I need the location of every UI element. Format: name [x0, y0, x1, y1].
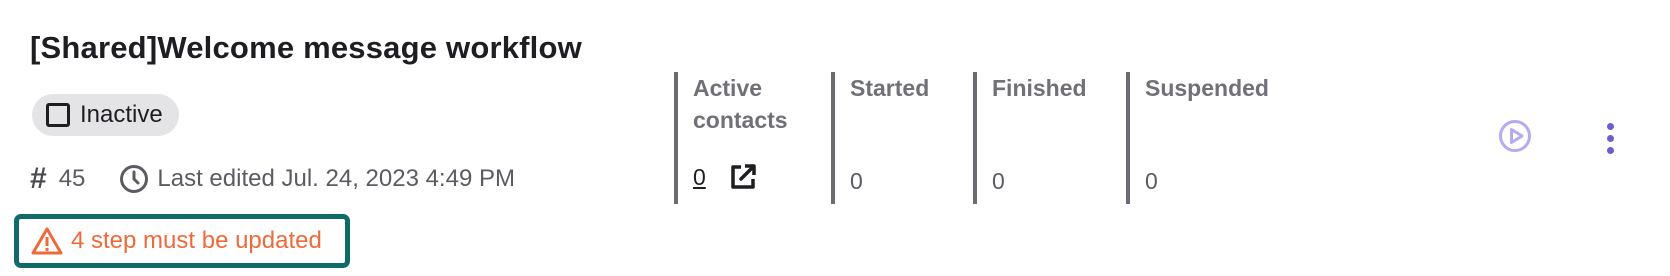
workflow-title[interactable]: [Shared]Welcome message workflow — [30, 30, 582, 66]
active-contacts-link[interactable]: 0 — [693, 164, 706, 191]
stat-value: 0 — [693, 162, 758, 192]
stat-label: Finished — [992, 75, 1087, 101]
warning-message[interactable]: 4 step must be updated — [14, 214, 350, 268]
last-edited: Last edited Jul. 24, 2023 4:49 PM — [157, 165, 515, 192]
stat-value: 0 — [1145, 168, 1158, 194]
status-badge: Inactive — [32, 94, 179, 136]
stat-finished: Finished 0 — [973, 72, 1123, 204]
more-vertical-icon-dot — [1606, 146, 1614, 154]
workflow-id: 45 — [58, 165, 86, 192]
warning-triangle-icon — [31, 227, 63, 255]
stat-value: 0 — [850, 168, 863, 194]
external-link-icon[interactable] — [728, 162, 758, 192]
more-vertical-icon-dot — [1606, 122, 1614, 130]
stat-active-contacts: Active contacts 0 — [674, 72, 834, 204]
more-vertical-icon-dot — [1606, 134, 1614, 142]
hash-icon: # — [30, 162, 47, 195]
stat-label: Suspended — [1145, 75, 1269, 101]
stat-suspended: Suspended 0 — [1126, 72, 1326, 204]
warning-text: 4 step must be updated — [71, 227, 322, 254]
activate-workflow-button[interactable] — [1498, 119, 1532, 153]
play-circle-icon — [1499, 120, 1531, 152]
stat-value: 0 — [992, 168, 1005, 194]
square-icon — [46, 103, 70, 127]
clock-icon — [119, 164, 149, 194]
more-options-button[interactable] — [1598, 118, 1622, 158]
stat-label: Active contacts — [693, 75, 788, 133]
stat-started: Started 0 — [831, 72, 971, 204]
stat-label: Started — [850, 75, 930, 101]
status-label: Inactive — [80, 101, 163, 128]
workflow-meta: # 45 Last edited Jul. 24, 2023 4:49 PM — [30, 162, 515, 196]
